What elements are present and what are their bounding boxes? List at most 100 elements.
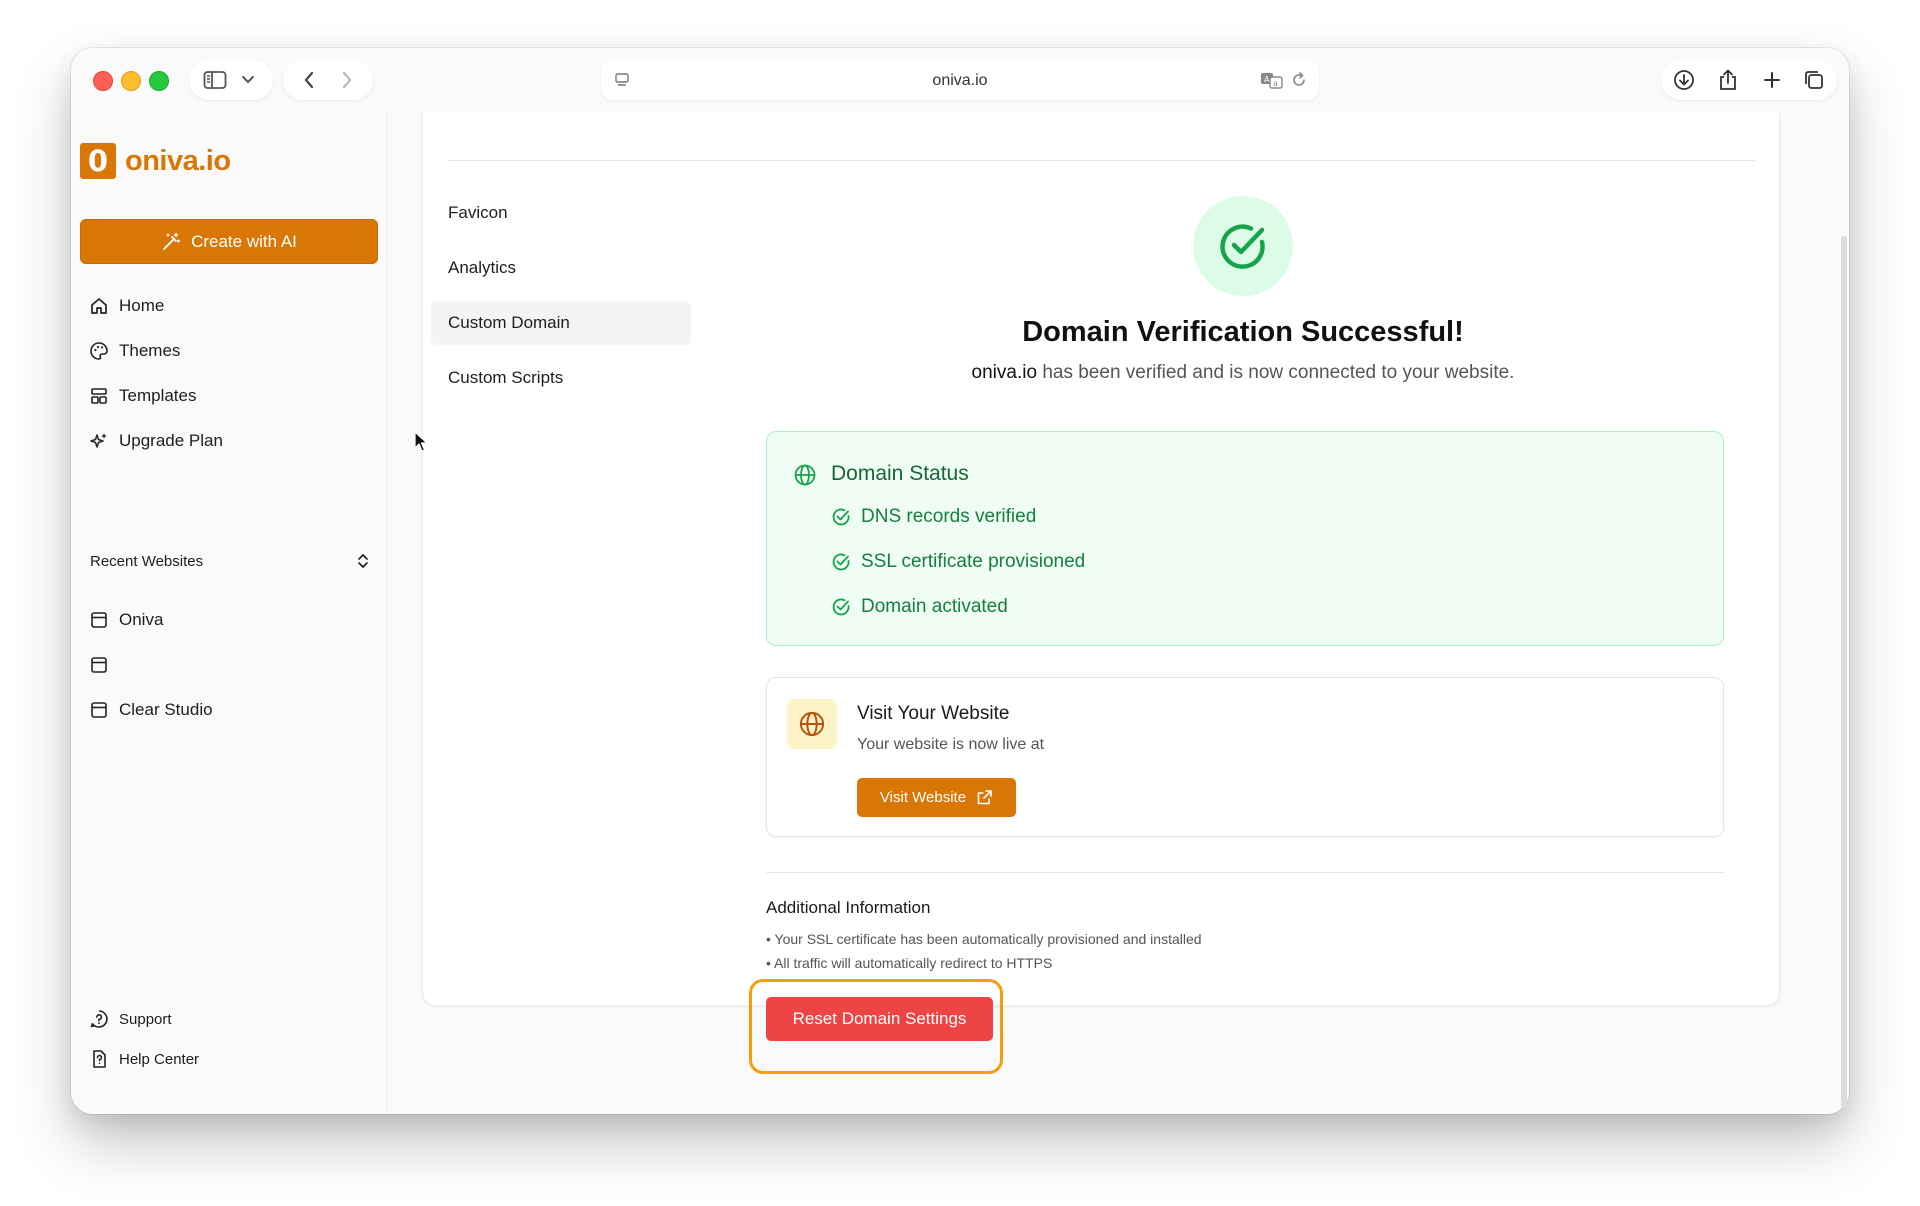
success-badge [1193,196,1293,296]
nav-label: Home [119,296,165,315]
new-tab-plus-icon[interactable] [1761,69,1783,91]
settings-tab-favicon[interactable]: Favicon [431,191,691,235]
additional-info-title: Additional Information [766,898,931,917]
globe-icon [799,711,825,737]
reset-button-label: Reset Domain Settings [792,1009,967,1028]
nav-item-templates[interactable]: Templates [89,386,196,406]
globe-icon [794,464,816,486]
logo-text: oniva.io [125,144,231,177]
verification-subtitle-text: has been verified and is now connected t… [1037,362,1515,383]
recent-websites-label: Recent Websites [90,552,204,570]
share-icon[interactable] [1717,68,1739,92]
verification-title: Domain Verification Successful! [1022,316,1464,348]
additional-info-line: • All traffic will automatically redirec… [766,955,1053,971]
svg-text:A: A [1264,75,1270,84]
nav-label: Support [119,1010,172,1028]
nav-label: Help Center [119,1050,200,1068]
close-window-button[interactable] [93,71,113,91]
app-sidebar: 0 oniva.io Create with AI Home Themes Te… [71,112,388,1114]
status-item-label: SSL certificate provisioned [861,551,1086,572]
toolbar-actions-group [1661,60,1837,100]
forward-arrow-icon[interactable] [337,70,357,90]
external-link-icon [977,790,992,805]
browser-window-icon [91,612,107,628]
status-item-domain: Domain activated [831,596,1008,618]
sidebar-toggle-group [189,60,273,100]
chevron-down-icon[interactable] [239,72,257,88]
additional-info-line: • Your SSL certificate has been automati… [766,931,1202,947]
recent-site-untitled[interactable] [89,655,119,675]
check-circle-icon [1220,224,1265,269]
help-file-icon [93,1050,106,1068]
browser-window: oniva.io Aa 0 oniva.io Create with AI Ho… [71,48,1849,1114]
sparkles-icon [90,433,107,448]
back-arrow-icon[interactable] [299,70,319,90]
home-icon [91,298,107,314]
logo-mark: 0 [80,143,116,179]
recent-site-oniva[interactable]: Oniva [89,610,163,630]
domain-status-panel: Domain Status DNS records verified SSL c… [766,431,1724,646]
recent-site-label: Clear Studio [119,700,213,719]
url-text: oniva.io [932,72,988,89]
verified-domain: oniva.io [971,362,1038,383]
settings-tab-custom-domain[interactable]: Custom Domain [431,301,691,345]
domain-status-title: Domain Status [831,462,969,485]
minimize-window-button[interactable] [121,71,141,91]
layout-grid-icon [91,388,107,404]
brand-logo[interactable]: 0 oniva.io [80,143,231,179]
settings-card: Favicon Analytics Custom Domain Custom S… [422,112,1780,1074]
create-button-label: Create with AI [191,231,297,251]
nav-label: Templates [119,386,197,405]
settings-tab-label: Custom Domain [448,313,570,332]
svg-text:a: a [1273,79,1278,88]
check-circle-icon [832,508,850,526]
divider [766,872,1724,873]
status-item-label: Domain activated [861,596,1008,617]
sidebar-toggle-icon[interactable] [203,70,227,90]
reload-icon[interactable] [1289,70,1309,90]
settings-tab-label: Analytics [448,258,517,277]
check-circle-icon [832,553,850,571]
browser-toolbar: oniva.io Aa [71,48,1849,112]
nav-item-home[interactable]: Home [89,296,164,316]
divider [447,160,1755,161]
status-item-dns: DNS records verified [831,506,1036,528]
visit-website-panel: Visit Your Website Your website is now l… [766,677,1724,837]
nav-item-help-center[interactable]: Help Center [89,1049,199,1069]
visit-globe-badge [787,699,837,749]
visit-website-button[interactable]: Visit Website [857,778,1016,817]
main-content: Favicon Analytics Custom Domain Custom S… [388,112,1849,1114]
check-circle-icon [832,598,850,616]
help-circle-icon [90,1010,108,1028]
recent-websites-header[interactable]: Recent Websites [90,552,370,570]
palette-icon [90,342,108,360]
nav-item-upgrade-plan[interactable]: Upgrade Plan [89,431,223,451]
settings-tab-label: Custom Scripts [448,368,564,387]
magic-wand-icon [163,232,181,250]
nav-item-themes[interactable]: Themes [89,341,180,361]
settings-tab-analytics[interactable]: Analytics [431,246,691,290]
downloads-icon[interactable] [1673,69,1695,91]
address-bar[interactable]: oniva.io Aa [601,60,1319,100]
zoom-window-button[interactable] [149,71,169,91]
mouse-cursor-icon [414,431,428,452]
create-with-ai-button[interactable]: Create with AI [80,219,378,264]
verification-subtitle: oniva.io has been verified and is now co… [723,362,1763,384]
settings-tab-label: Favicon [448,203,508,222]
tab-overview-icon[interactable] [1803,69,1825,91]
status-item-label: DNS records verified [861,506,1037,527]
browser-window-icon [91,657,107,673]
recent-site-label: Oniva [119,610,164,629]
nav-item-support[interactable]: Support [89,1009,172,1029]
chevron-updown-icon[interactable] [356,552,370,570]
browser-window-icon [91,702,107,718]
translate-icon[interactable]: Aa [1260,70,1284,90]
visit-title: Visit Your Website [857,703,1010,724]
recent-site-clear-studio[interactable]: Clear Studio [89,700,213,720]
page-scrollbar[interactable] [1841,236,1847,1108]
visit-subtitle: Your website is now live at [857,736,1045,753]
reset-domain-settings-button[interactable]: Reset Domain Settings [766,997,993,1041]
nav-label: Themes [119,341,181,360]
nav-label: Upgrade Plan [119,431,223,450]
settings-tab-custom-scripts[interactable]: Custom Scripts [431,356,691,400]
